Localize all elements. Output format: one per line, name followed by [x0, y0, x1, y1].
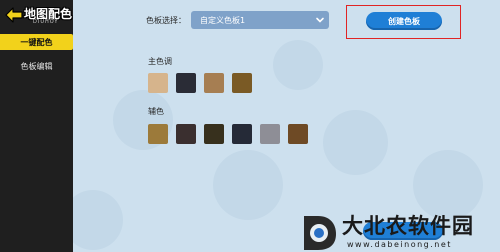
palette-select-label: 色板选择： [146, 16, 186, 25]
watermark-name: 大北农软件园 [342, 213, 474, 238]
primary-color-swatch[interactable] [176, 73, 196, 93]
palette-select[interactable]: 自定义色板1 [191, 11, 329, 29]
secondary-color-swatch[interactable] [232, 124, 252, 144]
create-palette-button[interactable]: 创建色板 [366, 12, 442, 30]
primary-color-swatch[interactable] [204, 73, 224, 93]
secondary-color-swatch[interactable] [288, 124, 308, 144]
watermark-domain: www.dabeinong.net [347, 240, 452, 249]
chevron-down-icon [316, 17, 324, 23]
palette-select-value: 自定义色板1 [200, 15, 246, 25]
primary-color-swatch[interactable] [232, 73, 252, 93]
watermark: 大北农软件园 www.dabeinong.net [300, 204, 500, 252]
background-bubble [213, 150, 283, 220]
background-bubble [323, 110, 388, 175]
app-logo: 地图配色 DIUHOY [2, 2, 74, 28]
watermark-logo-icon [304, 216, 336, 250]
back-arrow-icon[interactable] [4, 6, 24, 24]
app-subtitle: DIUHOY [33, 19, 59, 25]
background-bubble [273, 40, 323, 90]
sidebar-item-one-click-color[interactable]: 一键配色 [0, 34, 73, 50]
secondary-color-swatch[interactable] [148, 124, 168, 144]
primary-color-label: 主色调 [148, 57, 172, 66]
secondary-color-swatch[interactable] [204, 124, 224, 144]
secondary-color-swatch[interactable] [260, 124, 280, 144]
sidebar-item-palette-edit[interactable]: 色板编辑 [0, 58, 73, 74]
background-bubble [73, 190, 123, 250]
secondary-color-swatch[interactable] [176, 124, 196, 144]
secondary-color-label: 辅色 [148, 107, 164, 116]
primary-color-swatch[interactable] [148, 73, 168, 93]
sidebar: 地图配色 DIUHOY 一键配色 色板编辑 [0, 0, 73, 252]
